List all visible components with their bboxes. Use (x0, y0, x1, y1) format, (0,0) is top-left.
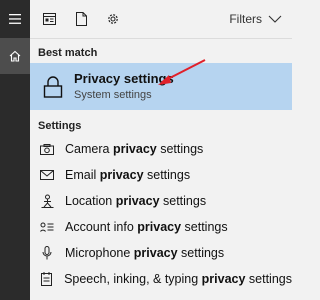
red-arrow-annotation (158, 59, 206, 85)
result-match: privacy (133, 246, 178, 260)
gear-icon (108, 14, 118, 24)
filters-label: Filters (229, 12, 262, 26)
settings-header: Settings (38, 120, 82, 132)
result-match: privacy (112, 142, 157, 156)
email-privacy-result[interactable]: Email privacy settings (30, 162, 292, 188)
location-privacy-result[interactable]: Location privacy settings (30, 188, 292, 214)
location-person-icon (38, 194, 56, 208)
notepad-icon (38, 272, 55, 286)
result-label: Speech, inking, & typing (64, 272, 202, 286)
result-label-end: settings (181, 220, 228, 234)
documents-filter-button[interactable] (65, 0, 97, 38)
result-label-end: settings (143, 168, 191, 182)
microphone-icon (38, 246, 56, 260)
menu-button[interactable] (0, 0, 30, 38)
result-match: privacy (201, 272, 246, 286)
result-match: privacy (137, 220, 182, 234)
best-match-result[interactable]: Privacy settings System settings (30, 59, 292, 110)
toolbar: Filters (30, 0, 292, 39)
chevron-down-icon (268, 15, 282, 23)
result-label: Location (65, 194, 116, 208)
result-label-end: settings (159, 194, 207, 208)
lock-icon (39, 75, 67, 98)
result-label: Microphone (65, 246, 134, 260)
settings-filter-button[interactable] (97, 0, 129, 38)
result-label: Camera (65, 142, 113, 156)
search-results-panel: Filters Best match Privacy settings Syst… (30, 0, 292, 300)
home-icon (9, 50, 21, 62)
window-grid-icon (42, 13, 56, 25)
envelope-icon (38, 170, 56, 180)
result-label-end: settings (156, 142, 204, 156)
filters-dropdown[interactable]: Filters (229, 0, 282, 38)
hamburger-icon (9, 14, 21, 24)
result-label-end: settings (177, 246, 225, 260)
apps-filter-button[interactable] (33, 0, 65, 38)
document-icon (75, 12, 87, 26)
account-info-privacy-result[interactable]: Account info privacy settings (30, 214, 292, 240)
result-match: privacy (99, 168, 144, 182)
camera-privacy-result[interactable]: Camera privacy settings (30, 136, 292, 162)
result-match: privacy (115, 194, 160, 208)
camera-icon (38, 143, 56, 155)
account-info-icon (38, 222, 56, 232)
left-rail (0, 0, 30, 300)
speech-privacy-result[interactable]: Speech, inking, & typing privacy setting… (30, 266, 292, 292)
result-label: Email (65, 168, 100, 182)
result-label-end: settings (245, 272, 292, 286)
microphone-privacy-result[interactable]: Microphone privacy settings (30, 240, 292, 266)
result-label: Account info (65, 220, 138, 234)
home-button[interactable] (0, 38, 30, 74)
